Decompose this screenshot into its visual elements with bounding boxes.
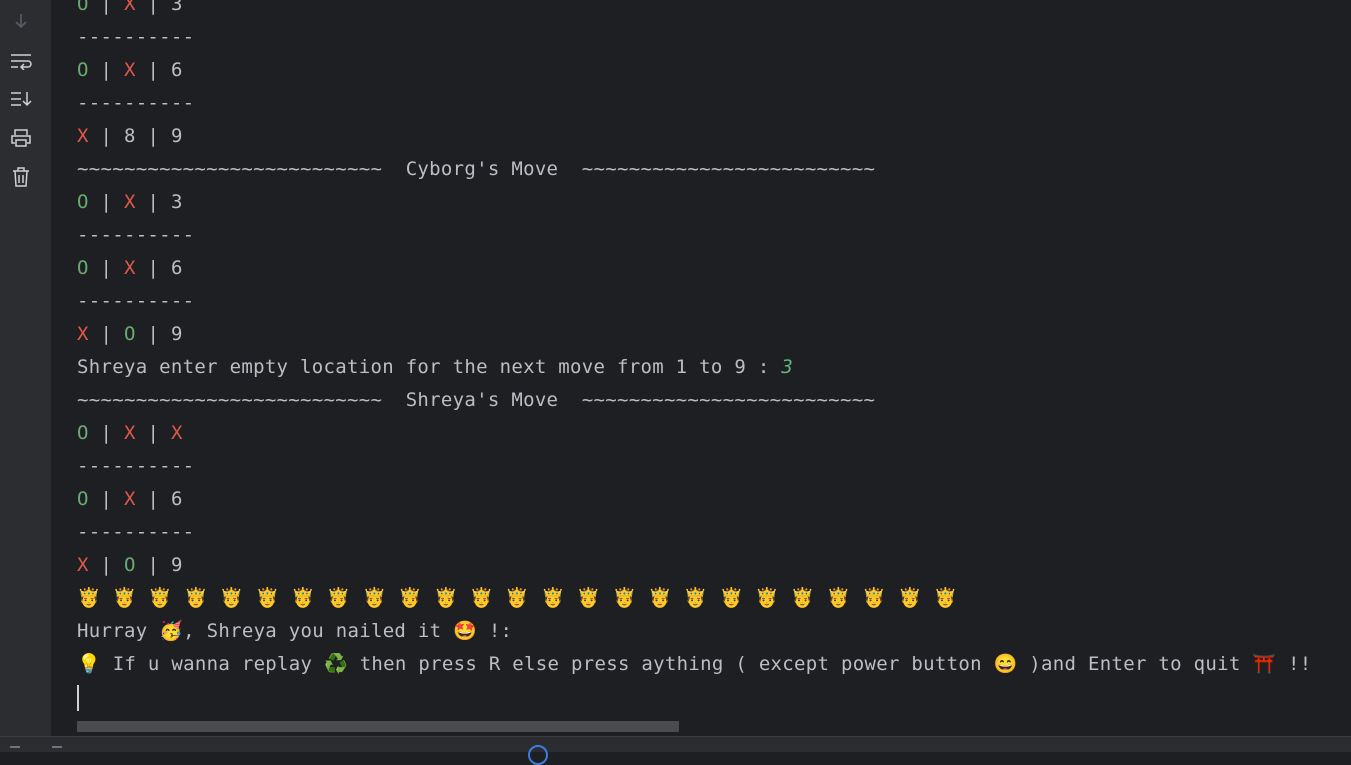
board-divider: ----------	[77, 455, 195, 477]
status-bar	[0, 736, 1351, 765]
board-row: O | X | 6	[77, 257, 183, 279]
board-divider: ----------	[77, 224, 195, 246]
user-input: 3	[781, 356, 794, 378]
input-line[interactable]	[77, 681, 1312, 714]
board-row: O | X | X	[77, 422, 183, 444]
board-divider: ----------	[77, 26, 195, 48]
soft-wrap-icon[interactable]	[8, 48, 34, 74]
scroll-to-end-icon[interactable]	[8, 86, 34, 112]
board-row: O | X | 3	[77, 191, 183, 213]
print-icon[interactable]	[8, 125, 34, 151]
console-toolbar	[0, 0, 52, 736]
board-row: O | X | 6	[77, 488, 183, 510]
status-icon	[10, 746, 20, 748]
horizontal-scrollbar[interactable]	[77, 721, 679, 732]
board-divider: ----------	[77, 92, 195, 114]
cyborg-move-banner: ~~~~~~~~~~~~~~~~~~~~~~~~~~ Cyborg's Move…	[77, 158, 876, 180]
board-row: X | O | 9	[77, 323, 183, 345]
console-output[interactable]: O | X | 3 ---------- O | X | 6 ---------…	[52, 0, 1351, 736]
shreya-move-banner: ~~~~~~~~~~~~~~~~~~~~~~~~~~ Shreya's Move…	[77, 389, 876, 411]
status-circle-icon[interactable]	[528, 745, 548, 765]
move-prompt: Shreya enter empty location for the next…	[77, 356, 794, 378]
board-divider: ----------	[77, 290, 195, 312]
replay-prompt: 💡 If u wanna replay ♻️ then press R else…	[77, 653, 1312, 675]
trash-icon[interactable]	[8, 164, 34, 190]
board-row: O | X | 3	[77, 0, 183, 15]
arrow-down-icon[interactable]	[8, 8, 34, 34]
crown-row: 🤴 🤴 🤴 🤴 🤴 🤴 🤴 🤴 🤴 🤴 🤴 🤴 🤴 🤴 🤴 🤴 🤴 🤴 🤴 🤴 …	[77, 587, 958, 609]
board-row: O | X | 6	[77, 59, 183, 81]
win-message: Hurray 🥳, Shreya you nailed it 🤩 !:	[77, 620, 513, 642]
board-divider: ----------	[77, 521, 195, 543]
board-row: X | 8 | 9	[77, 125, 183, 147]
text-cursor	[77, 684, 79, 711]
status-icon	[52, 746, 62, 748]
board-row: X | O | 9	[77, 554, 183, 576]
